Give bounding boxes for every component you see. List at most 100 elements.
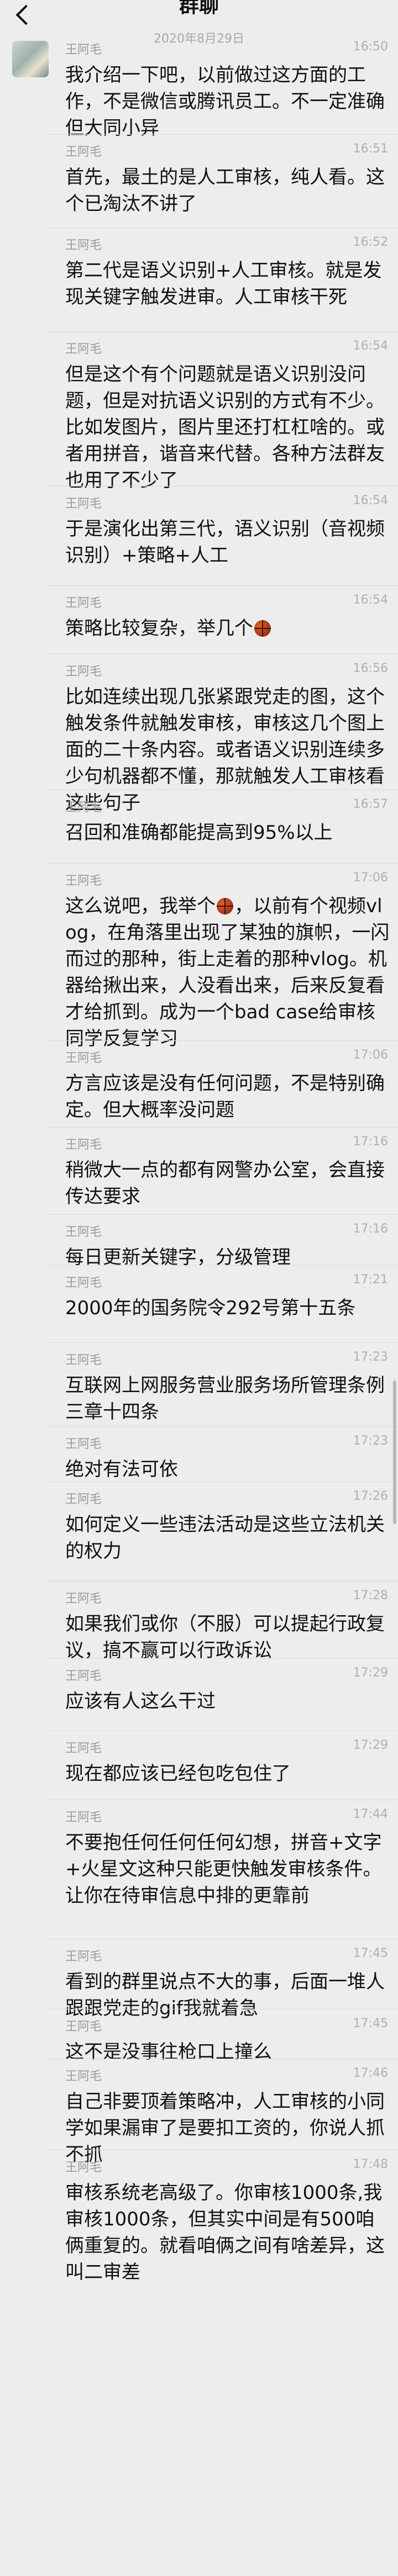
sender-name: 王阿毛 [65, 1669, 102, 1683]
message-time: 17:16 [353, 1135, 388, 1149]
sender-name: 王阿毛 [65, 342, 102, 356]
sender-name: 王阿毛 [65, 1592, 102, 1606]
chat-title: 群聊 [179, 0, 219, 17]
sender-name: 王阿毛 [65, 239, 102, 252]
message-text[interactable]: 我介绍一下吧，以前做过这方面的工作，不是微信或腾讯员工。不一定准确但大同小异 [65, 62, 391, 141]
message-text-part: 但是这个有个问题就是语义识别没问题，但是对抗语义识别的方式有不少。比如发图片，图… [65, 363, 385, 491]
message-time: 17:29 [353, 1738, 388, 1752]
sender-name: 王阿毛 [65, 1276, 102, 1290]
sender-name: 王阿毛 [65, 2020, 102, 2034]
message-text-part: 如何定义一些违法活动是这些立法机关的权力 [65, 1514, 385, 1562]
message-time: 17:23 [353, 1350, 388, 1364]
message-text[interactable]: 召回和准确都能提高到95%以上 [65, 819, 391, 846]
message-text[interactable]: 如何定义一些违法活动是这些立法机关的权力 [65, 1511, 391, 1564]
sender-name: 王阿毛 [65, 43, 102, 57]
message-text[interactable]: 如果我们或你（不服）可以提起行政复议，搞不赢可以行政诉讼 [65, 1611, 391, 1664]
message-separator [48, 1214, 398, 1215]
message-separator [48, 1342, 398, 1343]
sender-name: 王阿毛 [65, 801, 102, 814]
top-bar: 群聊 [0, 0, 398, 33]
sender-name: 王阿毛 [65, 874, 102, 888]
sender-name: 王阿毛 [65, 1138, 102, 1152]
message-text-part: 审核系统老高级了。你审核1000条,我审核1000条，但其实中间是有500咱俩重… [65, 2182, 385, 2283]
message-time: 17:26 [353, 1489, 388, 1503]
message-text[interactable]: 看到的群里说点不大的事，后面一堆人跟跟党走的gif我就着急 [65, 1969, 391, 2022]
message-text-part: 绝对有法可依 [65, 1458, 178, 1480]
message-separator [48, 1127, 398, 1128]
message-text[interactable]: 绝对有法可依 [65, 1456, 391, 1483]
message-time: 17:45 [353, 2017, 388, 2030]
message-text-part: 现在都应该已经包吃包住了 [65, 1763, 291, 1785]
message-text-part: 应该有人这么干过 [65, 1690, 216, 1712]
message-separator [48, 585, 398, 586]
message-separator [48, 134, 398, 135]
message-text[interactable]: 这不是没事往枪口上撞么 [65, 2039, 391, 2065]
message-time: 16:52 [353, 235, 388, 249]
scrollbar[interactable] [393, 1380, 396, 1524]
message-separator [48, 331, 398, 332]
message-separator [48, 1040, 398, 1041]
sender-name: 王阿毛 [65, 665, 102, 679]
basketball-icon [217, 898, 233, 914]
message-time: 16:51 [353, 142, 388, 156]
message-text[interactable]: 现在都应该已经包吃包住了 [65, 1760, 391, 1787]
message-text[interactable]: 互联网上网服务营业服务场所管理条例三章十四条 [65, 1372, 391, 1425]
sender-name: 王阿毛 [65, 497, 102, 511]
message-text-part: 首先，最土的是人工审核，纯人看。这个已淘汰不讲了 [65, 166, 385, 215]
message-text[interactable]: 稍微大一点的都有网警办公室，会直接传达要求 [65, 1157, 391, 1210]
message-text[interactable]: 比如连续出现几张紧跟党走的图，这个触发条件就触发审核，审核这几个图上面的二十条内… [65, 684, 391, 816]
message-text[interactable]: 每日更新关键字，分级管理 [65, 1244, 391, 1271]
message-text[interactable]: 审核系统老高级了。你审核1000条,我审核1000条，但其实中间是有500咱俩重… [65, 2180, 391, 2286]
message-time: 17:46 [353, 2066, 388, 2080]
message-separator [48, 1265, 398, 1266]
sender-name: 王阿毛 [65, 1811, 102, 1824]
message-text[interactable]: 2000年的国务院令292号第十五条 [65, 1295, 391, 1321]
basketball-icon [254, 620, 271, 637]
sender-name: 王阿毛 [65, 2161, 102, 2175]
date-divider: 2020年8月29日 [154, 32, 244, 46]
message-text-part: 2000年的国务院令292号第十五条 [65, 1297, 356, 1319]
message-time: 17:16 [353, 1222, 388, 1236]
message-text-part: ，以前有个视频vlog，在角落里出现了某独的旗帜，一闪而过的那种，街上走着的那种… [65, 895, 390, 1050]
message-time: 17:21 [353, 1273, 388, 1287]
message-time: 17:29 [353, 1666, 388, 1680]
message-text-part: 策略比较复杂，举几个 [65, 617, 253, 639]
message-time: 16:57 [353, 797, 388, 811]
message-text-part: 于是演化出第三代，语义识别（音视频识别）+策略+人工 [65, 518, 385, 567]
message-text-part: 比如连续出现几张紧跟党走的图，这个触发条件就触发审核，审核这几个图上面的二十条内… [65, 686, 385, 814]
message-time: 17:06 [353, 871, 388, 885]
message-text[interactable]: 这么说吧，我举个 ，以前有个视频vlog，在角落里出现了某独的旗帜，一闪而过的那种… [65, 893, 391, 1052]
message-text-part: 看到的群里说点不大的事，后面一堆人跟跟党走的gif我就着急 [65, 1971, 385, 2019]
message-text-part: 方言应该是没有任何问题，不是特别确定。但大概率没问题 [65, 1072, 385, 1121]
message-text-part: 我介绍一下吧，以前做过这方面的工作，不是微信或腾讯员工。不一定准确但大同小异 [65, 64, 385, 139]
message-time: 16:54 [353, 494, 388, 507]
message-time: 16:54 [353, 593, 388, 607]
message-text[interactable]: 但是这个有个问题就是语义识别没问题，但是对抗语义识别的方式有不少。比如发图片，图… [65, 361, 391, 494]
message-text[interactable]: 方言应该是没有任何问题，不是特别确定。但大概率没问题 [65, 1070, 391, 1123]
message-text[interactable]: 应该有人这么干过 [65, 1688, 391, 1715]
message-separator [48, 863, 398, 864]
message-text[interactable]: 于是演化出第三代，语义识别（音视频识别）+策略+人工 [65, 516, 391, 569]
message-time: 17:45 [353, 1946, 388, 1960]
message-text[interactable]: 首先，最土的是人工审核，纯人看。这个已淘汰不讲了 [65, 164, 391, 217]
avatar[interactable] [12, 41, 49, 77]
message-text[interactable]: 策略比较复杂，举几个 [65, 615, 391, 642]
message-time: 16:54 [353, 339, 388, 353]
message-text-part: 召回和准确都能提高到95%以上 [65, 822, 333, 844]
message-text-part: 这么说吧，我举个 [65, 895, 216, 917]
message-time: 17:44 [353, 1807, 388, 1821]
sender-name: 王阿毛 [65, 1051, 102, 1065]
message-text[interactable]: 自己非要顶着策略冲，人工审核的小同学如果漏审了是要扣工资的，你说人抓不抓 [65, 2088, 391, 2168]
message-text[interactable]: 第二代是语义识别+人工审核。就是发现关键字触发进审。人工审核干死 [65, 257, 391, 310]
message-text-part: 如果我们或你（不服）可以提起行政复议，搞不赢可以行政诉讼 [65, 1613, 385, 1662]
message-separator [48, 1426, 398, 1427]
sender-name: 王阿毛 [65, 1950, 102, 1964]
message-text-part: 自己非要顶着策略冲，人工审核的小同学如果漏审了是要扣工资的，你说人抓不抓 [65, 2091, 385, 2166]
sender-name: 王阿毛 [65, 2070, 102, 2083]
sender-name: 王阿毛 [65, 145, 102, 159]
message-time: 16:50 [353, 40, 388, 54]
message-time: 16:56 [353, 662, 388, 675]
message-time: 17:48 [353, 2157, 388, 2171]
message-text[interactable]: 不要抱任何任何任何幻想，拼音+文字+火星文这种只能更快触发审核条件。让你在待审信… [65, 1829, 391, 1909]
message-time: 17:06 [353, 1048, 388, 1062]
